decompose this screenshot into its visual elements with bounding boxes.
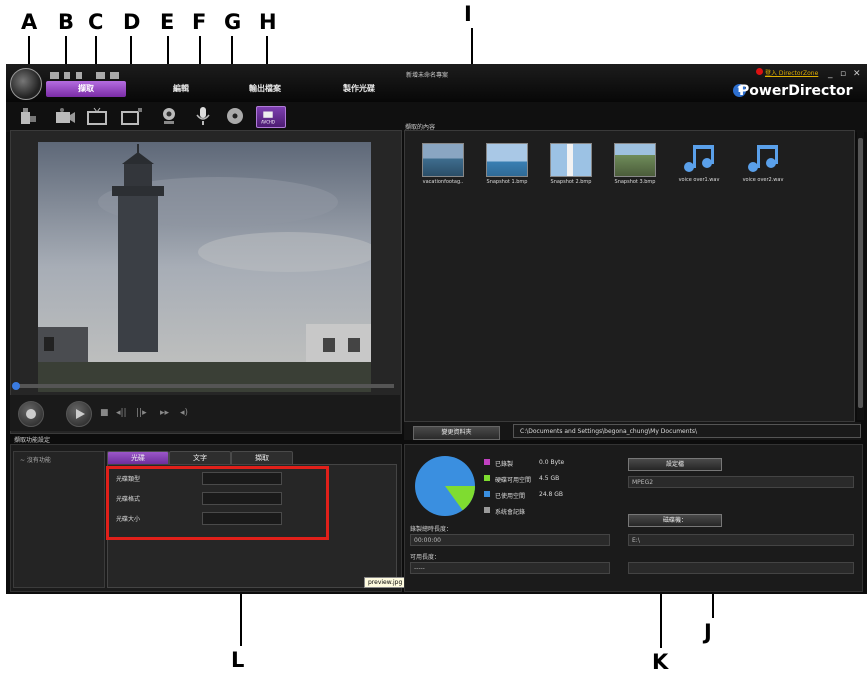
drive-button[interactable]: 磁碟機：	[628, 514, 722, 527]
minimize-button[interactable]: _	[828, 69, 833, 79]
captured-content-library: vacationfootag.. Snapshot 1.bmp Snapshot…	[404, 130, 855, 422]
capture-source-toolbar: AVCHD	[6, 102, 867, 132]
library-item[interactable]: Snapshot 2.bmp	[541, 143, 601, 185]
fast-forward-icon[interactable]: ▸▸	[160, 408, 169, 418]
callout-d: D	[123, 10, 141, 34]
legend-label-recorded: 已錄製	[495, 461, 514, 468]
legend-label-system: 系统會記錄	[495, 509, 526, 516]
library-item[interactable]: vacationfootag..	[413, 143, 473, 185]
thumbnail	[486, 143, 528, 177]
title-bar: 擷取 編輯 輸出檔案 製作光碟 新增未命名專案 登入 DirectorZone …	[6, 64, 867, 102]
profile-field: MPEG2	[628, 476, 854, 488]
legend-value-free: 4.5 GB	[539, 475, 560, 482]
audio-note-icon	[679, 143, 719, 175]
library-item[interactable]: Snapshot 1.bmp	[477, 143, 537, 185]
capture-from-tv-icon[interactable]	[86, 106, 108, 126]
callout-i: I	[464, 2, 472, 26]
capture-from-cd-icon[interactable]	[224, 106, 246, 126]
thumbnail	[550, 143, 592, 177]
legend-value-used: 24.8 GB	[539, 491, 564, 498]
recording-duration-field: 00:00:00	[410, 534, 610, 546]
capture-from-avchd-icon[interactable]: AVCHD	[256, 106, 286, 128]
callout-b: B	[58, 10, 75, 34]
empty-field	[628, 562, 854, 574]
available-length-field: -----	[410, 562, 610, 574]
highlight-box	[106, 466, 329, 540]
drive-field: E:\	[628, 534, 854, 546]
next-frame-icon[interactable]: ||▸	[136, 408, 147, 418]
callout-h: H	[259, 10, 277, 34]
library-item-caption: Snapshot 1.bmp	[486, 179, 528, 185]
list-item[interactable]: ~ 沒有功能	[20, 455, 51, 464]
previous-frame-icon[interactable]: ◂||	[116, 408, 127, 418]
folder-icon[interactable]	[110, 72, 119, 79]
library-item-caption: Snapshot 2.bmp	[550, 179, 592, 185]
capture-from-hdv-camcorder-icon[interactable]	[54, 106, 76, 126]
capture-from-dv-camcorder-icon[interactable]	[18, 106, 40, 126]
tab-capture[interactable]: 擷取	[46, 81, 126, 97]
brand-name: PowerDirector	[739, 83, 853, 99]
legend-label-free: 硬碟可用空間	[495, 477, 532, 484]
capture-from-microphone-icon[interactable]	[192, 106, 214, 126]
library-item[interactable]: voice over2.wav	[733, 143, 793, 183]
record-button[interactable]	[18, 401, 44, 427]
play-button[interactable]	[66, 401, 92, 427]
library-item-caption: vacationfootag..	[422, 179, 464, 185]
recording-duration-label: 錄製總時長度：	[410, 526, 453, 533]
callout-g: G	[224, 10, 242, 34]
callout-c: C	[88, 10, 104, 34]
stop-icon[interactable]: ■	[100, 408, 109, 418]
scrollbar-thumb[interactable]	[858, 138, 863, 408]
seek-slider-knob[interactable]	[12, 382, 20, 390]
capture-from-digital-tv-icon[interactable]	[120, 106, 142, 126]
app-logo[interactable]	[10, 68, 42, 100]
callout-a: A	[21, 10, 38, 34]
redo-icon[interactable]	[76, 72, 82, 79]
thumbnail	[422, 143, 464, 177]
capture-folder-path[interactable]: C:\Documents and Settings\begona_chung\M…	[513, 424, 861, 438]
tab-edit[interactable]: 編輯	[166, 81, 196, 97]
feature-list: ~ 沒有功能	[13, 451, 105, 588]
change-folder-button[interactable]: 變更資料夾	[413, 426, 500, 440]
transport-controls: ■ ◂|| ||▸ ▸▸ ◂)	[10, 395, 400, 431]
save-icon[interactable]	[50, 72, 59, 79]
library-item[interactable]: voice over1.wav	[669, 143, 729, 183]
callout-l: L	[231, 648, 245, 672]
audio-note-icon	[743, 143, 783, 175]
callout-j: J	[704, 620, 712, 644]
thumbnail	[614, 143, 656, 177]
available-length-label: 可用長度：	[410, 554, 441, 561]
volume-icon[interactable]: ◂)	[180, 408, 188, 418]
legend-swatch-used	[484, 491, 490, 497]
directorzone-icon	[756, 68, 763, 75]
legend-swatch-system	[484, 507, 490, 513]
legend-value-recorded: 0.0 Byte	[539, 459, 565, 466]
capture-settings-label: 擷取功能設定	[14, 437, 51, 444]
tab-produce[interactable]: 輸出檔案	[242, 81, 288, 97]
library-item[interactable]: Snapshot 3.bmp	[605, 143, 665, 185]
tab-create-disc[interactable]: 製作光碟	[336, 81, 382, 97]
profile-settings-button[interactable]: 設定檔	[628, 458, 722, 471]
svg-text:AVCHD: AVCHD	[261, 119, 275, 124]
close-button[interactable]: ✕	[853, 69, 861, 79]
library-item-caption: Snapshot 3.bmp	[614, 179, 656, 185]
callout-e: E	[160, 10, 175, 34]
preview-panel	[10, 130, 402, 434]
seek-bar[interactable]	[14, 384, 394, 388]
project-title: 新增未命名專案	[406, 72, 449, 79]
legend-swatch-free	[484, 475, 490, 481]
disk-usage-pie	[415, 456, 475, 516]
library-item-caption: voice over2.wav	[742, 177, 784, 183]
callout-f: F	[192, 10, 207, 34]
legend-label-used: 已使用空間	[495, 493, 526, 500]
legend-swatch-recorded	[484, 459, 490, 465]
powerdirector-window: 擷取 編輯 輸出檔案 製作光碟 新增未命名專案 登入 DirectorZone …	[6, 64, 867, 594]
capture-from-webcam-icon[interactable]	[158, 106, 180, 126]
open-folder-icon[interactable]	[96, 72, 105, 79]
directorzone-link[interactable]: 登入 DirectorZone	[765, 68, 818, 77]
library-item-caption: voice over1.wav	[678, 177, 720, 183]
video-preview	[38, 142, 371, 392]
maximize-button[interactable]: ▫	[840, 69, 846, 79]
undo-icon[interactable]	[64, 72, 70, 79]
